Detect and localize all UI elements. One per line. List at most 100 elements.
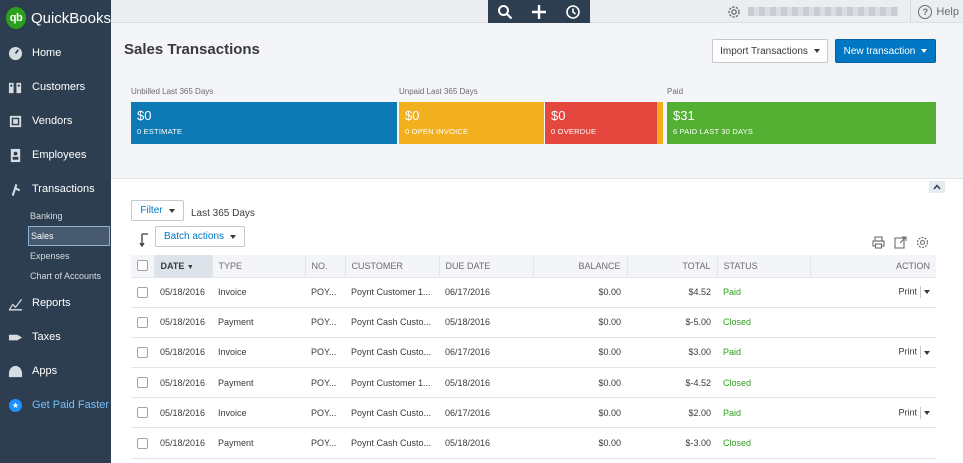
column-header-type[interactable]: TYPE	[212, 255, 306, 278]
row-select-cell	[131, 427, 154, 459]
import-transactions-button[interactable]: Import Transactions	[712, 39, 828, 63]
cell-no: POY...	[305, 337, 345, 369]
row-checkbox[interactable]	[137, 286, 148, 298]
sidebar-item-home[interactable]: Home	[0, 36, 111, 70]
quick-actions	[488, 0, 590, 23]
sidebar-item-apps[interactable]: Apps	[0, 354, 111, 388]
cell-total: $-4.52	[627, 367, 717, 399]
filter-button[interactable]: Filter	[131, 200, 184, 221]
employees-icon	[8, 148, 23, 163]
column-header-date[interactable]: DATE ▼	[154, 255, 213, 278]
column-header-no[interactable]: NO.	[305, 255, 346, 278]
sidebar-item-label: Home	[32, 47, 62, 59]
chevron-down-icon[interactable]	[924, 290, 930, 295]
table-row[interactable]: 05/18/2016 Payment POY... Poynt Customer 1.…	[131, 367, 936, 399]
column-header-customer[interactable]: CUSTOMER	[345, 255, 440, 278]
cell-status: Closed	[717, 307, 810, 338]
sidebar-item-label: Reports	[32, 297, 71, 309]
sidebar-item-taxes[interactable]: Taxes	[0, 320, 111, 354]
chevron-down-icon[interactable]	[924, 411, 930, 416]
cell-due-date: 06/17/2016	[439, 397, 533, 429]
cell-type: Invoice	[212, 277, 305, 308]
table-row[interactable]: 05/18/2016 Invoice POY... Poynt Customer 1.…	[131, 277, 936, 308]
help-icon[interactable]: ?	[918, 4, 933, 19]
open-invoice-segment[interactable]: $0 0 OPEN INVOICE	[399, 102, 544, 144]
app-name: QuickBooks	[30, 9, 111, 27]
sidebar-subitem-chart-of-accounts[interactable]: Chart of Accounts	[0, 266, 111, 286]
overdue-edge	[657, 102, 663, 144]
plus-icon	[532, 4, 546, 19]
row-checkbox[interactable]	[137, 347, 148, 359]
sidebar: qb QuickBooks Home Customers Vendors Emp…	[0, 0, 111, 463]
cell-no: POY...	[305, 367, 345, 399]
cell-due-date: 05/18/2016	[439, 367, 533, 399]
row-select-cell	[131, 307, 154, 338]
print-icon[interactable]	[872, 236, 885, 249]
overdue-segment[interactable]: $0 0 OVERDUE	[545, 102, 657, 144]
paid-caption: 6 PAID LAST 30 DAYS	[673, 127, 754, 136]
star-icon: ★	[8, 398, 23, 413]
column-header-status[interactable]: STATUS	[717, 255, 811, 278]
cell-date: 05/18/2016	[154, 307, 212, 338]
settings-gear-icon[interactable]	[916, 236, 929, 249]
recent-transactions-button[interactable]	[556, 0, 590, 23]
sidebar-item-customers[interactable]: Customers	[0, 70, 111, 104]
chevron-down-icon	[230, 234, 237, 239]
column-header-balance[interactable]: BALANCE	[533, 255, 628, 278]
column-header-action: ACTION	[810, 255, 936, 278]
cell-due-date: 06/17/2016	[439, 277, 533, 308]
top-bar: ? Help	[111, 0, 963, 23]
table-row[interactable]: 05/18/2016 Invoice POY... Poynt Cash Custo.…	[131, 337, 936, 369]
logo[interactable]: qb QuickBooks	[0, 0, 111, 36]
collapse-button[interactable]	[929, 181, 945, 193]
row-checkbox[interactable]	[137, 437, 148, 449]
batch-actions-label: Batch actions	[163, 231, 225, 242]
table-row[interactable]: 05/18/2016 Payment POY... Poynt Cash Custo.…	[131, 427, 936, 459]
print-link[interactable]: Print	[898, 286, 917, 296]
help-link[interactable]: Help	[936, 6, 959, 18]
dashboard-icon	[8, 46, 23, 61]
table-row[interactable]: 05/18/2016 Invoice POY... Poynt Cash Custo.…	[131, 397, 936, 429]
sidebar-item-label: Customers	[32, 81, 86, 93]
select-all-checkbox[interactable]	[137, 260, 148, 272]
row-checkbox[interactable]	[137, 407, 148, 419]
sidebar-item-reports[interactable]: Reports	[0, 286, 111, 320]
sidebar-item-label: Get Paid Faster	[32, 399, 110, 411]
cell-customer: Poynt Customer 1...	[345, 367, 439, 399]
sidebar-subitem-expenses[interactable]: Expenses	[0, 246, 111, 266]
company-name-redacted	[748, 7, 899, 16]
sidebar-item-get-paid-faster[interactable]: ★ Get Paid Faster	[0, 388, 111, 422]
cell-total: $3.00	[627, 337, 717, 369]
cell-balance: $0.00	[533, 427, 627, 459]
batch-actions-button[interactable]: Batch actions	[155, 226, 245, 247]
search-button[interactable]	[488, 0, 522, 23]
cell-no: POY...	[305, 307, 345, 338]
row-checkbox[interactable]	[137, 377, 148, 389]
table-row[interactable]: 05/18/2016 Payment POY... Poynt Cash Custo.…	[131, 307, 936, 338]
row-checkbox[interactable]	[137, 316, 148, 328]
cell-total: $-5.00	[627, 307, 717, 338]
sort-icon[interactable]	[139, 233, 151, 247]
sidebar-item-vendors[interactable]: Vendors	[0, 104, 111, 138]
create-button[interactable]	[522, 0, 556, 23]
column-header-total[interactable]: TOTAL	[627, 255, 718, 278]
sidebar-item-employees[interactable]: Employees	[0, 138, 111, 172]
new-transaction-button[interactable]: New transaction	[835, 39, 936, 63]
cell-action: Print	[810, 397, 936, 429]
cell-status: Closed	[717, 367, 810, 399]
sidebar-subitem-banking[interactable]: Banking	[0, 206, 111, 226]
estimate-segment[interactable]: $0 0 ESTIMATE	[131, 102, 397, 144]
print-link[interactable]: Print	[898, 347, 917, 357]
print-link[interactable]: Print	[898, 407, 917, 417]
cell-balance: $0.00	[533, 277, 627, 308]
cell-customer: Poynt Customer 1...	[345, 277, 439, 308]
paid-segment[interactable]: $31 6 PAID LAST 30 DAYS	[667, 102, 936, 144]
column-header-due-date[interactable]: DUE DATE	[439, 255, 534, 278]
cell-date: 05/18/2016	[154, 397, 212, 429]
sidebar-item-transactions[interactable]: Transactions	[0, 172, 111, 206]
gear-icon[interactable]	[726, 4, 742, 20]
chevron-down-icon[interactable]	[924, 350, 930, 355]
export-icon[interactable]	[894, 236, 907, 249]
cell-action	[810, 427, 936, 459]
sidebar-subitem-sales[interactable]: Sales	[28, 226, 110, 246]
